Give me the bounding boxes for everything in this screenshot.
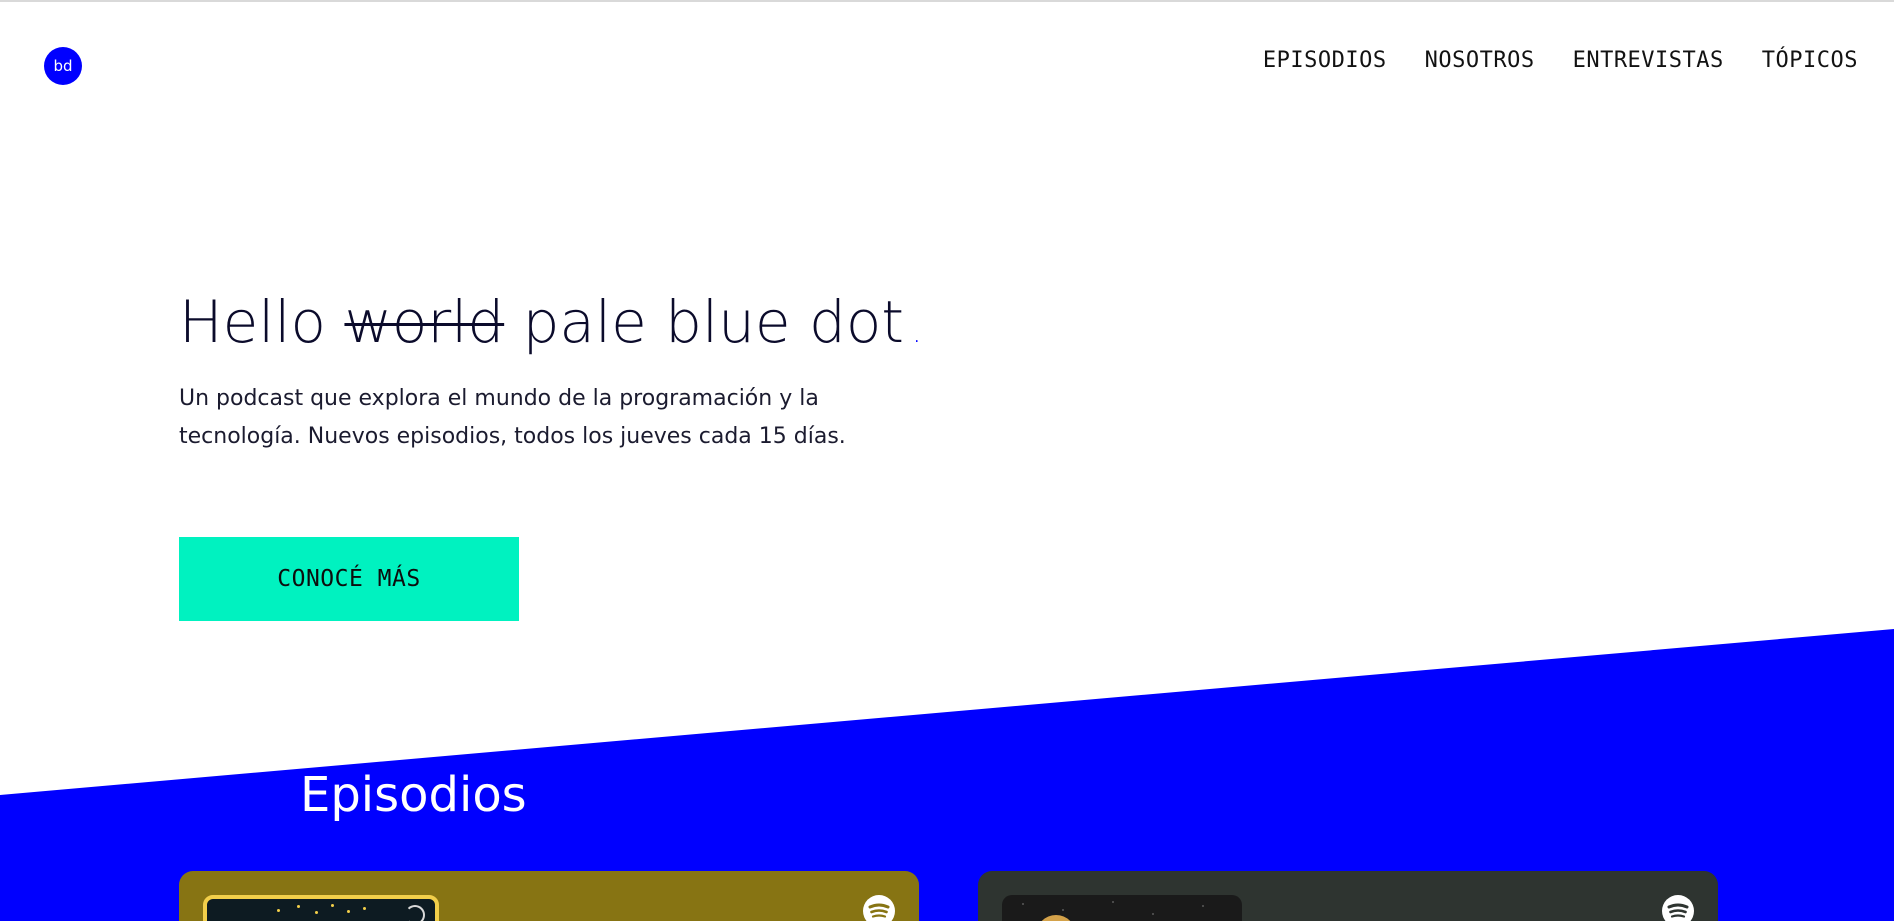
nav-item-entrevistas[interactable]: ENTREVISTAS xyxy=(1573,48,1724,73)
episode-card[interactable] xyxy=(179,871,919,921)
hero-title-hello: Hello xyxy=(179,288,327,356)
cover-star xyxy=(363,907,366,910)
cta-conoce-mas-button[interactable]: CONOCÉ MÁS xyxy=(179,537,519,621)
cover-moon-icon xyxy=(405,905,425,921)
nav-item-episodios[interactable]: EPISODIOS xyxy=(1263,48,1387,73)
page: bd EPISODIOS NOSOTROS ENTREVISTAS TÓPICO… xyxy=(0,0,1894,921)
nav-item-nosotros[interactable]: NOSOTROS xyxy=(1425,48,1535,73)
cover-star xyxy=(297,905,300,908)
cover-star xyxy=(331,904,334,907)
cover-speck xyxy=(1022,903,1024,905)
cover-speck xyxy=(1062,909,1064,911)
spotify-icon[interactable] xyxy=(1662,895,1694,921)
cover-star xyxy=(347,910,350,913)
hero-subtitle: Un podcast que explora el mundo de la pr… xyxy=(179,386,846,449)
hero-title-struck-word: world xyxy=(344,288,505,356)
cover-planet xyxy=(1036,915,1076,921)
cover-star xyxy=(277,909,280,912)
hero-title-dot: . xyxy=(912,315,922,350)
hero-title-main: pale blue dot xyxy=(522,288,905,356)
cover-speck xyxy=(1152,913,1154,915)
cover-speck xyxy=(1112,901,1114,903)
cover-star xyxy=(315,911,318,914)
nav-item-topicos[interactable]: TÓPICOS xyxy=(1762,48,1858,73)
episode-cover-image xyxy=(203,895,439,921)
logo[interactable]: bd xyxy=(44,47,82,85)
main-nav: EPISODIOS NOSOTROS ENTREVISTAS TÓPICOS xyxy=(1263,48,1858,73)
blue-diagonal-band xyxy=(0,629,1894,921)
episode-card[interactable] xyxy=(978,871,1718,921)
cover-speck xyxy=(1202,905,1204,907)
episodes-section-title: Episodios xyxy=(300,767,527,823)
spotify-icon[interactable] xyxy=(863,895,895,921)
episode-cover-image xyxy=(1002,895,1242,921)
hero-title: Hello world pale blue dot. xyxy=(179,286,922,369)
